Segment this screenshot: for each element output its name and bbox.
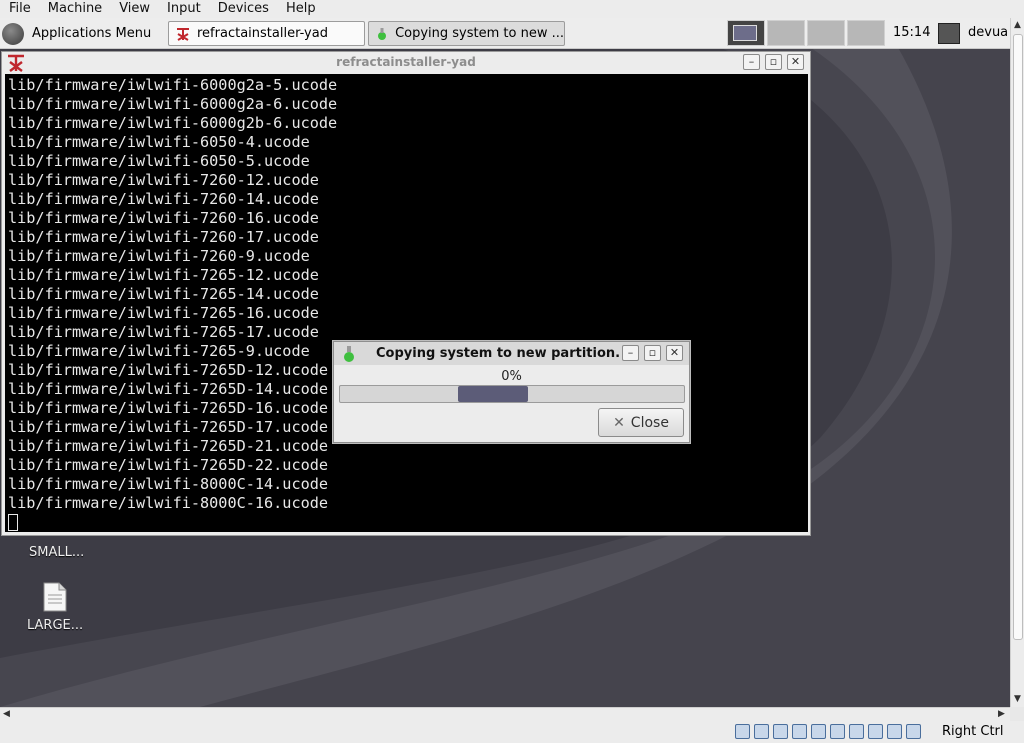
- terminal-line: lib/firmware/iwlwifi-7265-12.ucode: [8, 266, 319, 284]
- devuan-logo-icon: [2, 22, 24, 45]
- optical-drive-icon[interactable]: [754, 724, 769, 739]
- close-button-label: Close: [630, 414, 669, 431]
- applications-menu[interactable]: Applications Menu: [2, 21, 151, 46]
- panel-user-name[interactable]: devua: [968, 25, 1008, 40]
- audio-icon[interactable]: [773, 724, 788, 739]
- terminal-cursor: [8, 514, 18, 531]
- terminal-line: lib/firmware/iwlwifi-6000g2a-6.ucode: [8, 95, 338, 113]
- close-button[interactable]: ✕: [787, 54, 804, 70]
- terminal-line: lib/firmware/iwlwifi-7260-12.ucode: [8, 171, 319, 189]
- device-status-icons: [735, 724, 925, 739]
- terminal-line: lib/firmware/iwlwifi-6000g2b-6.ucode: [8, 114, 338, 132]
- terminal-window: refractainstaller-yad – ▫ ✕ lib/firmware…: [1, 51, 811, 536]
- virtualization-icon[interactable]: [887, 724, 902, 739]
- terminal-line: lib/firmware/iwlwifi-6050-5.ucode: [8, 152, 310, 170]
- terminal-line: lib/firmware/iwlwifi-8000C-16.ucode: [8, 494, 329, 512]
- display-icon[interactable]: [849, 724, 864, 739]
- applications-menu-label: Applications Menu: [32, 26, 152, 41]
- close-icon: ✕: [613, 414, 625, 431]
- terminal-line: lib/firmware/iwlwifi-7265D-22.ucode: [8, 456, 329, 474]
- progress-bar-pulse: [458, 386, 528, 402]
- horizontal-scrollbar[interactable]: ◀ ▶: [0, 707, 1010, 721]
- dialog-minimize-button[interactable]: –: [622, 345, 639, 361]
- flask-icon: [375, 26, 389, 42]
- terminal-line: lib/firmware/iwlwifi-7260-17.ucode: [8, 228, 319, 246]
- panel-clock[interactable]: 15:14: [893, 25, 930, 40]
- scroll-up-icon[interactable]: ▲: [1014, 20, 1021, 30]
- flask-icon: [342, 346, 356, 362]
- terminal-output[interactable]: lib/firmware/iwlwifi-6000g2a-5.ucode lib/…: [5, 74, 808, 532]
- menu-help[interactable]: Help: [277, 0, 324, 18]
- desktop-icon-small-label[interactable]: SMALL...: [29, 545, 84, 560]
- guest-screen: Applications Menu refractainstaller-yad …: [0, 18, 1010, 707]
- video-capture-icon[interactable]: [868, 724, 883, 739]
- close-button[interactable]: ✕ Close: [598, 408, 684, 437]
- maximize-button[interactable]: ▫: [765, 54, 782, 70]
- workspace-2[interactable]: [767, 20, 805, 46]
- dialog-titlebar[interactable]: Copying system to new partition. – ▫ ✕: [334, 342, 689, 365]
- mouse-integration-icon[interactable]: [906, 724, 921, 739]
- terminal-line: lib/firmware/iwlwifi-7260-16.ucode: [8, 209, 319, 227]
- hard-disk-icon[interactable]: [735, 724, 750, 739]
- menu-devices[interactable]: Devices: [209, 0, 277, 18]
- terminal-line: lib/firmware/iwlwifi-7265-14.ucode: [8, 285, 319, 303]
- host-status-bar: Right Ctrl: [0, 721, 1024, 743]
- shared-folders-icon[interactable]: [830, 724, 845, 739]
- menu-view[interactable]: View: [110, 0, 158, 18]
- vertical-scrollbar[interactable]: ▲ ▼: [1010, 18, 1024, 707]
- usb-icon[interactable]: [811, 724, 826, 739]
- desktop-icon-large-label[interactable]: LARGE...: [27, 618, 83, 633]
- dialog-maximize-button[interactable]: ▫: [644, 345, 661, 361]
- progress-bar: [339, 385, 685, 403]
- vertical-scrollbar-thumb[interactable]: [1013, 34, 1023, 640]
- dialog-close-button[interactable]: ✕: [666, 345, 683, 361]
- terminal-prompt-line: [8, 513, 808, 532]
- taskbar-item-copying[interactable]: Copying system to new ...: [368, 21, 565, 46]
- progress-percent-text: 0%: [501, 369, 522, 384]
- refracta-icon: [175, 26, 191, 42]
- taskbar-item-label: Copying system to new ...: [395, 26, 564, 41]
- menu-file[interactable]: File: [0, 0, 39, 18]
- host-key-label: Right Ctrl: [942, 724, 1004, 739]
- workspace-1[interactable]: [727, 20, 765, 46]
- terminal-window-title: refractainstaller-yad: [336, 55, 476, 69]
- workspace-switcher: [727, 20, 887, 46]
- terminal-line: lib/firmware/iwlwifi-6050-4.ucode: [8, 133, 310, 151]
- menu-machine[interactable]: Machine: [39, 0, 110, 18]
- terminal-titlebar[interactable]: refractainstaller-yad – ▫ ✕: [2, 52, 810, 73]
- document-icon[interactable]: [43, 582, 67, 612]
- terminal-line: lib/firmware/iwlwifi-7260-9.ucode: [8, 247, 310, 265]
- workspace-3[interactable]: [807, 20, 845, 46]
- terminal-line: lib/firmware/iwlwifi-7265-16.ucode: [8, 304, 319, 322]
- progress-dialog: Copying system to new partition. – ▫ ✕ 0…: [333, 341, 690, 443]
- top-panel: Applications Menu refractainstaller-yad …: [0, 18, 1010, 49]
- terminal-lines: lib/firmware/iwlwifi-6000g2a-5.ucode lib/…: [8, 76, 808, 513]
- scroll-down-icon[interactable]: ▼: [1014, 694, 1021, 704]
- terminal-line: lib/firmware/iwlwifi-8000C-14.ucode: [8, 475, 329, 493]
- terminal-line: lib/firmware/iwlwifi-7265-17.ucode: [8, 323, 319, 341]
- user-icon[interactable]: [938, 23, 960, 44]
- taskbar-item-label: refractainstaller-yad: [197, 26, 328, 41]
- scroll-right-icon[interactable]: ▶: [998, 709, 1005, 719]
- dialog-title: Copying system to new partition.: [376, 346, 621, 361]
- network-icon[interactable]: [792, 724, 807, 739]
- minimize-button[interactable]: –: [743, 54, 760, 70]
- scroll-left-icon[interactable]: ◀: [3, 709, 10, 719]
- workspace-4[interactable]: [847, 20, 885, 46]
- menu-input[interactable]: Input: [158, 0, 209, 18]
- host-menubar: File Machine View Input Devices Help: [0, 0, 1024, 18]
- taskbar-item-refractainstaller[interactable]: refractainstaller-yad: [168, 21, 365, 46]
- terminal-line: lib/firmware/iwlwifi-6000g2a-5.ucode: [8, 76, 338, 94]
- terminal-line: lib/firmware/iwlwifi-7260-14.ucode: [8, 190, 319, 208]
